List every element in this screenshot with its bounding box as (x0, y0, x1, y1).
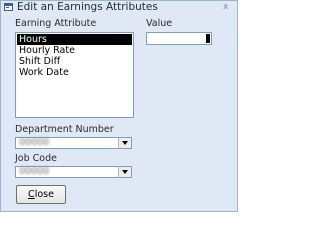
department-number-dropdown[interactable]: 00000 (15, 137, 132, 149)
window-title: Edit an Earnings Attributes (17, 1, 158, 13)
department-number-label: Department Number (15, 124, 114, 135)
job-code-dropdown[interactable]: 00000 (15, 166, 132, 178)
department-number-value: 00000 (19, 137, 50, 148)
list-item-shift-diff[interactable]: Shift Diff (17, 56, 132, 67)
form-window-icon (4, 3, 13, 11)
title-bar[interactable]: Edit an Earnings Attributes x (1, 1, 237, 15)
value-label: Value (146, 18, 173, 29)
earning-attribute-listbox[interactable]: Hours Hourly Rate Shift Diff Work Date (15, 32, 134, 118)
chevron-down-icon[interactable] (118, 138, 131, 148)
job-code-label: Job Code (15, 153, 57, 164)
value-input[interactable] (146, 32, 212, 45)
list-item-hours[interactable]: Hours (17, 34, 132, 45)
close-button-mnemonic: C (28, 189, 35, 200)
job-code-value: 00000 (19, 166, 50, 177)
list-item-hourly-rate[interactable]: Hourly Rate (17, 45, 132, 56)
dialog-window: Edit an Earnings Attributes x Earning At… (0, 0, 238, 212)
spin-handle-icon[interactable] (206, 34, 210, 43)
close-window-icon[interactable]: x (223, 1, 228, 13)
list-item-work-date[interactable]: Work Date (17, 67, 132, 78)
close-button-label: lose (34, 189, 54, 200)
chevron-down-icon[interactable] (118, 167, 131, 177)
close-button[interactable]: Close (16, 185, 66, 204)
earning-attribute-label: Earning Attribute (15, 18, 97, 29)
